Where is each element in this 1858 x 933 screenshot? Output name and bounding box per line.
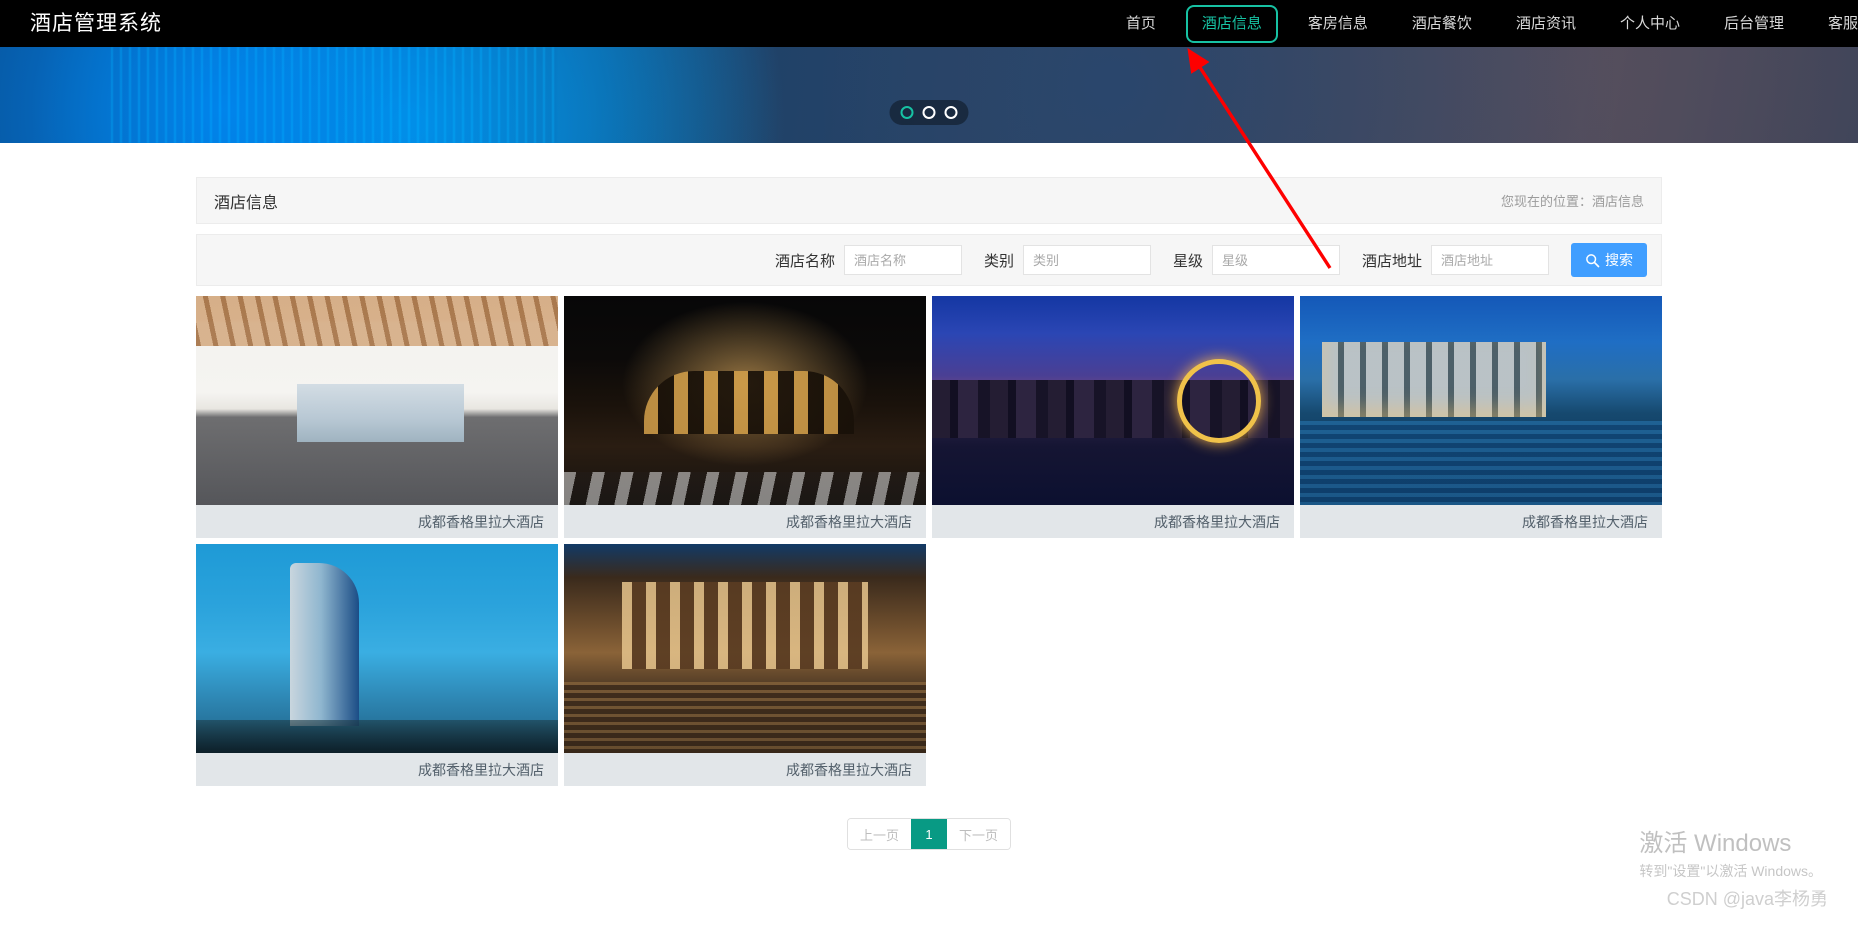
search-filter-bar: 酒店名称 类别 星级 酒店地址 搜索 bbox=[196, 234, 1662, 286]
hotel-card-grid: 成都香格里拉大酒店 成都香格里拉大酒店 成都香格里拉大酒店 成都香格里拉大酒店 … bbox=[196, 296, 1662, 786]
nav-item-dining[interactable]: 酒店餐饮 bbox=[1390, 0, 1494, 47]
page-title: 酒店信息 bbox=[214, 194, 279, 212]
carousel-dots bbox=[889, 100, 969, 125]
search-input-star-rating[interactable] bbox=[1211, 245, 1340, 275]
carousel-dot-3[interactable] bbox=[944, 106, 958, 119]
panel-header: 酒店信息 您现在的位置：酒店信息 bbox=[196, 177, 1662, 224]
nav-item-customer-service[interactable]: 客服 bbox=[1806, 0, 1858, 47]
pagination: 上一页 1 下一页 bbox=[196, 818, 1662, 850]
site-brand-title: 酒店管理系统 bbox=[30, 12, 162, 35]
nav-item-home[interactable]: 首页 bbox=[1104, 0, 1178, 47]
field-hotel-address: 酒店地址 bbox=[1340, 245, 1549, 275]
top-navigation-bar: 酒店管理系统 首页 酒店信息 客房信息 酒店餐饮 酒店资讯 个人中心 后台管理 … bbox=[0, 0, 1858, 47]
nav-item-hotel-info[interactable]: 酒店信息 bbox=[1185, 4, 1278, 43]
search-button[interactable]: 搜索 bbox=[1571, 243, 1647, 277]
hotel-card[interactable]: 成都香格里拉大酒店 bbox=[564, 544, 926, 786]
search-icon bbox=[1586, 253, 1600, 267]
nav-item-room-info[interactable]: 客房信息 bbox=[1286, 0, 1390, 47]
carousel-dot-2[interactable] bbox=[922, 106, 936, 119]
label-category: 类别 bbox=[983, 252, 1014, 270]
prev-page-button[interactable]: 上一页 bbox=[847, 819, 911, 849]
hotel-card-image[interactable] bbox=[564, 544, 926, 753]
hotel-card[interactable]: 成都香格里拉大酒店 bbox=[196, 544, 558, 786]
label-hotel-address: 酒店地址 bbox=[1361, 252, 1422, 270]
field-star-rating: 星级 bbox=[1151, 245, 1340, 275]
hotel-card-image[interactable] bbox=[196, 296, 558, 505]
hotel-card-image[interactable] bbox=[932, 296, 1294, 505]
next-page-button[interactable]: 下一页 bbox=[947, 819, 1011, 849]
breadcrumb: 您现在的位置：酒店信息 bbox=[1500, 194, 1644, 209]
hotel-card[interactable]: 成都香格里拉大酒店 bbox=[196, 296, 558, 538]
nav-item-news[interactable]: 酒店资讯 bbox=[1494, 0, 1598, 47]
hotel-card-image[interactable] bbox=[1300, 296, 1662, 505]
field-hotel-name: 酒店名称 bbox=[753, 245, 962, 275]
pager-group: 上一页 1 下一页 bbox=[846, 818, 1012, 850]
hotel-card-image[interactable] bbox=[196, 544, 558, 753]
label-hotel-name: 酒店名称 bbox=[774, 252, 835, 270]
nav-item-admin[interactable]: 后台管理 bbox=[1702, 0, 1806, 47]
hotel-card-caption: 成都香格里拉大酒店 bbox=[932, 505, 1294, 538]
banner-image bbox=[0, 47, 1858, 143]
field-category: 类别 bbox=[962, 245, 1151, 275]
search-input-hotel-name[interactable] bbox=[843, 245, 962, 275]
search-input-category[interactable] bbox=[1022, 245, 1151, 275]
hotel-card[interactable]: 成都香格里拉大酒店 bbox=[1300, 296, 1662, 538]
hotel-card-caption: 成都香格里拉大酒店 bbox=[1300, 505, 1662, 538]
search-button-label: 搜索 bbox=[1605, 252, 1633, 268]
search-input-hotel-address[interactable] bbox=[1431, 245, 1549, 275]
nav-item-personal-center[interactable]: 个人中心 bbox=[1598, 0, 1702, 47]
page-number-1[interactable]: 1 bbox=[911, 819, 947, 849]
hotel-card[interactable]: 成都香格里拉大酒店 bbox=[564, 296, 926, 538]
hotel-card-caption: 成都香格里拉大酒店 bbox=[564, 753, 926, 786]
main-content: 酒店信息 您现在的位置：酒店信息 酒店名称 类别 星级 酒店地址 搜索 bbox=[0, 177, 1858, 850]
hotel-card-caption: 成都香格里拉大酒店 bbox=[196, 753, 558, 786]
hotel-card-caption: 成都香格里拉大酒店 bbox=[564, 505, 926, 538]
csdn-watermark: CSDN @java李杨勇 bbox=[1666, 889, 1828, 909]
banner-carousel bbox=[0, 47, 1858, 143]
windows-activation-subtitle: 转到"设置"以激活 Windows。 bbox=[1639, 863, 1822, 879]
main-nav: 首页 酒店信息 客房信息 酒店餐饮 酒店资讯 个人中心 后台管理 客服 bbox=[1104, 0, 1858, 47]
hotel-card-image[interactable] bbox=[564, 296, 926, 505]
hotel-card-caption: 成都香格里拉大酒店 bbox=[196, 505, 558, 538]
hotel-card[interactable]: 成都香格里拉大酒店 bbox=[932, 296, 1294, 538]
label-star-rating: 星级 bbox=[1172, 252, 1203, 270]
carousel-dot-1[interactable] bbox=[900, 106, 914, 119]
